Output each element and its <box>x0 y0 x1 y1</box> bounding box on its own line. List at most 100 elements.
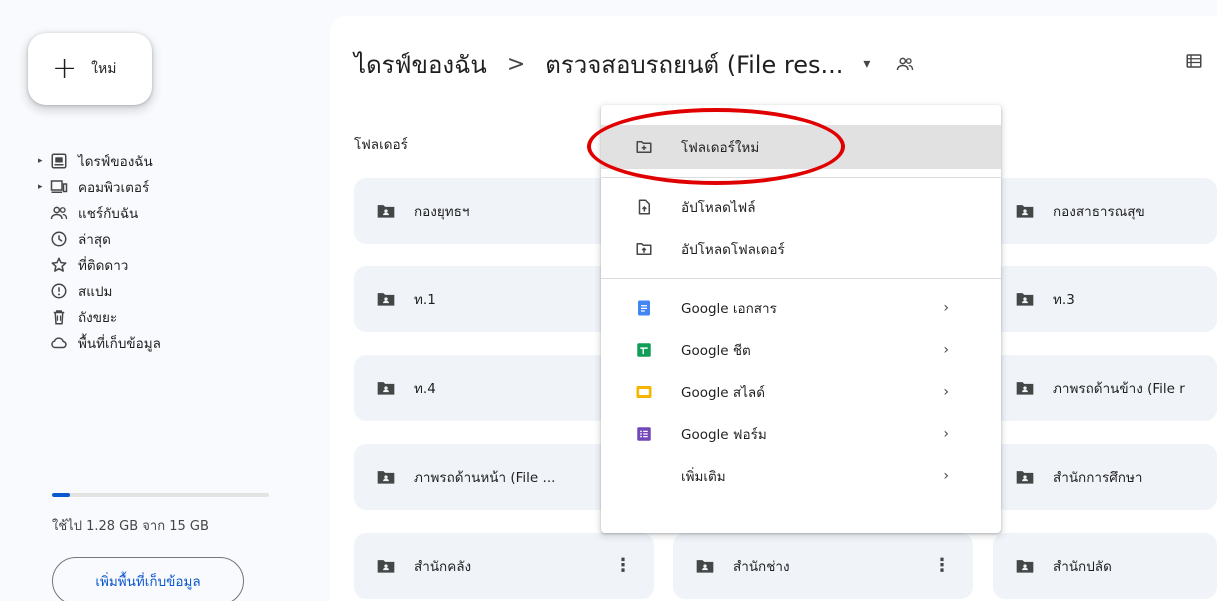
get-more-storage-button[interactable]: เพิ่มพื้นที่เก็บข้อมูล <box>52 557 244 601</box>
menu-item-label: โฟลเดอร์ใหม่ <box>681 140 760 156</box>
breadcrumb-current-folder[interactable]: ตรวจสอบรถยนต์ (File res... <box>545 45 843 84</box>
folder-name: ท.3 <box>1053 292 1075 308</box>
menu-item-upload-folder[interactable]: อัปโหลดโฟลเดอร์ <box>601 228 1001 270</box>
menu-item-google-slides[interactable]: Google สไลด์ › <box>601 371 1001 413</box>
sidebar-item-recent[interactable]: ล่าสุด <box>38 226 318 252</box>
shared-icon <box>50 204 78 222</box>
folder-tile[interactable]: สำนักคลัง ⋮ <box>354 533 654 599</box>
upload-folder-icon <box>635 240 681 258</box>
folder-name: สำนักช่าง <box>733 559 790 575</box>
sidebar-item-label: ไดรฟ์ของฉัน <box>78 154 153 170</box>
more-actions-icon[interactable]: ⋮ <box>614 555 632 576</box>
new-item-menu: โฟลเดอร์ใหม่ อัปโหลดไฟล์ อัปโหลดโฟลเดอร์… <box>601 105 1001 533</box>
shared-folder-icon <box>1015 378 1053 398</box>
menu-item-label: Google ชีต <box>681 343 751 359</box>
menu-item-google-forms[interactable]: Google ฟอร์ม › <box>601 413 1001 455</box>
expand-caret-icon[interactable]: ▸ <box>38 182 50 192</box>
plus-icon: + <box>52 51 78 86</box>
sidebar-item-trash[interactable]: ถังขยะ <box>38 304 318 330</box>
sidebar-item-label: ที่ติดดาว <box>78 258 129 274</box>
submenu-arrow-icon: › <box>943 426 949 442</box>
shared-folder-icon <box>1015 556 1053 576</box>
folder-name: กองยุทธฯ <box>414 204 470 220</box>
submenu-arrow-icon: › <box>943 300 949 316</box>
storage-bar-fill <box>52 493 71 497</box>
shared-folder-icon <box>376 289 414 309</box>
folder-name: กองสาธารณสุข <box>1053 204 1145 220</box>
sidebar-item-computers[interactable]: ▸ คอมพิวเตอร์ <box>38 174 318 200</box>
shared-folder-icon <box>1015 467 1053 487</box>
menu-item-google-docs[interactable]: Google เอกสาร › <box>601 287 1001 329</box>
folder-name: สำนักการศึกษา <box>1053 470 1143 486</box>
folder-tile[interactable]: ท.3 <box>993 266 1217 332</box>
sidebar-item-storage[interactable]: พื้นที่เก็บข้อมูล <box>38 330 318 356</box>
sidebar-item-my-drive[interactable]: ▸ ไดรฟ์ของฉัน <box>38 148 318 174</box>
folder-name: ภาพรถด้านหน้า (File ... <box>414 470 556 486</box>
new-button[interactable]: + ใหม่ <box>28 33 152 105</box>
computer-icon <box>50 178 78 196</box>
star-icon <box>50 256 78 274</box>
breadcrumb-separator: > <box>506 51 526 77</box>
menu-item-label: Google เอกสาร <box>681 301 777 317</box>
folders-section-title: โฟลเดอร์ <box>354 137 408 153</box>
sidebar-item-spam[interactable]: สแปม <box>38 278 318 304</box>
breadcrumb-root[interactable]: ไดรฟ์ของฉัน <box>354 45 487 84</box>
submenu-arrow-icon: › <box>943 384 949 400</box>
menu-item-label: Google ฟอร์ม <box>681 427 767 443</box>
folder-name: ภาพรถด้านข้าง (File r <box>1053 381 1185 397</box>
clock-icon <box>50 230 78 248</box>
folder-tile[interactable]: กองสาธารณสุข <box>993 178 1217 244</box>
folder-tile[interactable]: สำนักปลัด <box>993 533 1217 599</box>
folder-tile[interactable]: ภาพรถด้านข้าง (File r <box>993 355 1217 421</box>
menu-item-upload-file[interactable]: อัปโหลดไฟล์ <box>601 186 1001 228</box>
new-button-label: ใหม่ <box>91 61 117 77</box>
folder-name: สำนักคลัง <box>414 559 472 575</box>
folder-name: สำนักปลัด <box>1053 559 1112 575</box>
sidebar-item-shared[interactable]: แชร์กับฉัน <box>38 200 318 226</box>
google-slides-icon <box>635 383 681 401</box>
shared-folder-icon <box>695 556 733 576</box>
google-forms-icon <box>635 425 681 443</box>
google-docs-icon <box>635 299 681 317</box>
cloud-icon <box>50 334 78 352</box>
shared-folder-icon <box>376 467 414 487</box>
folder-tile[interactable]: สำนักช่าง ⋮ <box>673 533 973 599</box>
shared-folder-icon <box>376 556 414 576</box>
folder-name: ท.4 <box>414 381 436 397</box>
menu-divider <box>601 177 1001 178</box>
shared-folder-icon <box>376 378 414 398</box>
menu-item-more[interactable]: เพิ่มเติม › <box>601 455 1001 497</box>
more-actions-icon[interactable]: ⋮ <box>933 555 951 576</box>
storage-usage-text: ใช้ไป 1.28 GB จาก 15 GB <box>52 519 209 534</box>
menu-item-label: เพิ่มเติม <box>681 469 726 485</box>
menu-item-label: อัปโหลดไฟล์ <box>681 200 756 216</box>
sidebar-item-starred[interactable]: ที่ติดดาว <box>38 252 318 278</box>
menu-item-new-folder[interactable]: โฟลเดอร์ใหม่ <box>601 125 1001 169</box>
shared-folder-icon[interactable] <box>896 55 914 73</box>
menu-item-label: อัปโหลดโฟลเดอร์ <box>681 242 785 258</box>
folder-name: ท.1 <box>414 292 436 308</box>
sidebar-item-label: คอมพิวเตอร์ <box>78 180 150 196</box>
google-sheets-icon <box>635 341 681 359</box>
shared-folder-icon <box>1015 289 1053 309</box>
submenu-arrow-icon: › <box>943 342 949 358</box>
shared-folder-icon <box>376 201 414 221</box>
expand-caret-icon[interactable]: ▸ <box>38 156 50 166</box>
sidebar-item-label: สแปม <box>78 284 113 300</box>
menu-item-google-sheets[interactable]: Google ชีต › <box>601 329 1001 371</box>
folder-tile[interactable]: สำนักการศึกษา <box>993 444 1217 510</box>
sidebar-item-label: ถังขยะ <box>78 310 118 326</box>
breadcrumb: ไดรฟ์ของฉัน > ตรวจสอบรถยนต์ (File res...… <box>354 46 914 82</box>
menu-item-label: Google สไลด์ <box>681 385 765 401</box>
trash-icon <box>50 308 78 326</box>
my-drive-icon <box>50 152 78 170</box>
menu-divider <box>601 278 1001 279</box>
shared-folder-icon <box>1015 201 1053 221</box>
storage-bar <box>52 493 269 497</box>
new-folder-icon <box>635 138 681 156</box>
caret-down-icon[interactable]: ▾ <box>863 56 870 72</box>
sidebar-item-label: ล่าสุด <box>78 232 111 248</box>
upload-file-icon <box>635 198 681 216</box>
sidebar-item-label: พื้นที่เก็บข้อมูล <box>78 336 161 352</box>
list-view-icon[interactable] <box>1185 52 1203 74</box>
